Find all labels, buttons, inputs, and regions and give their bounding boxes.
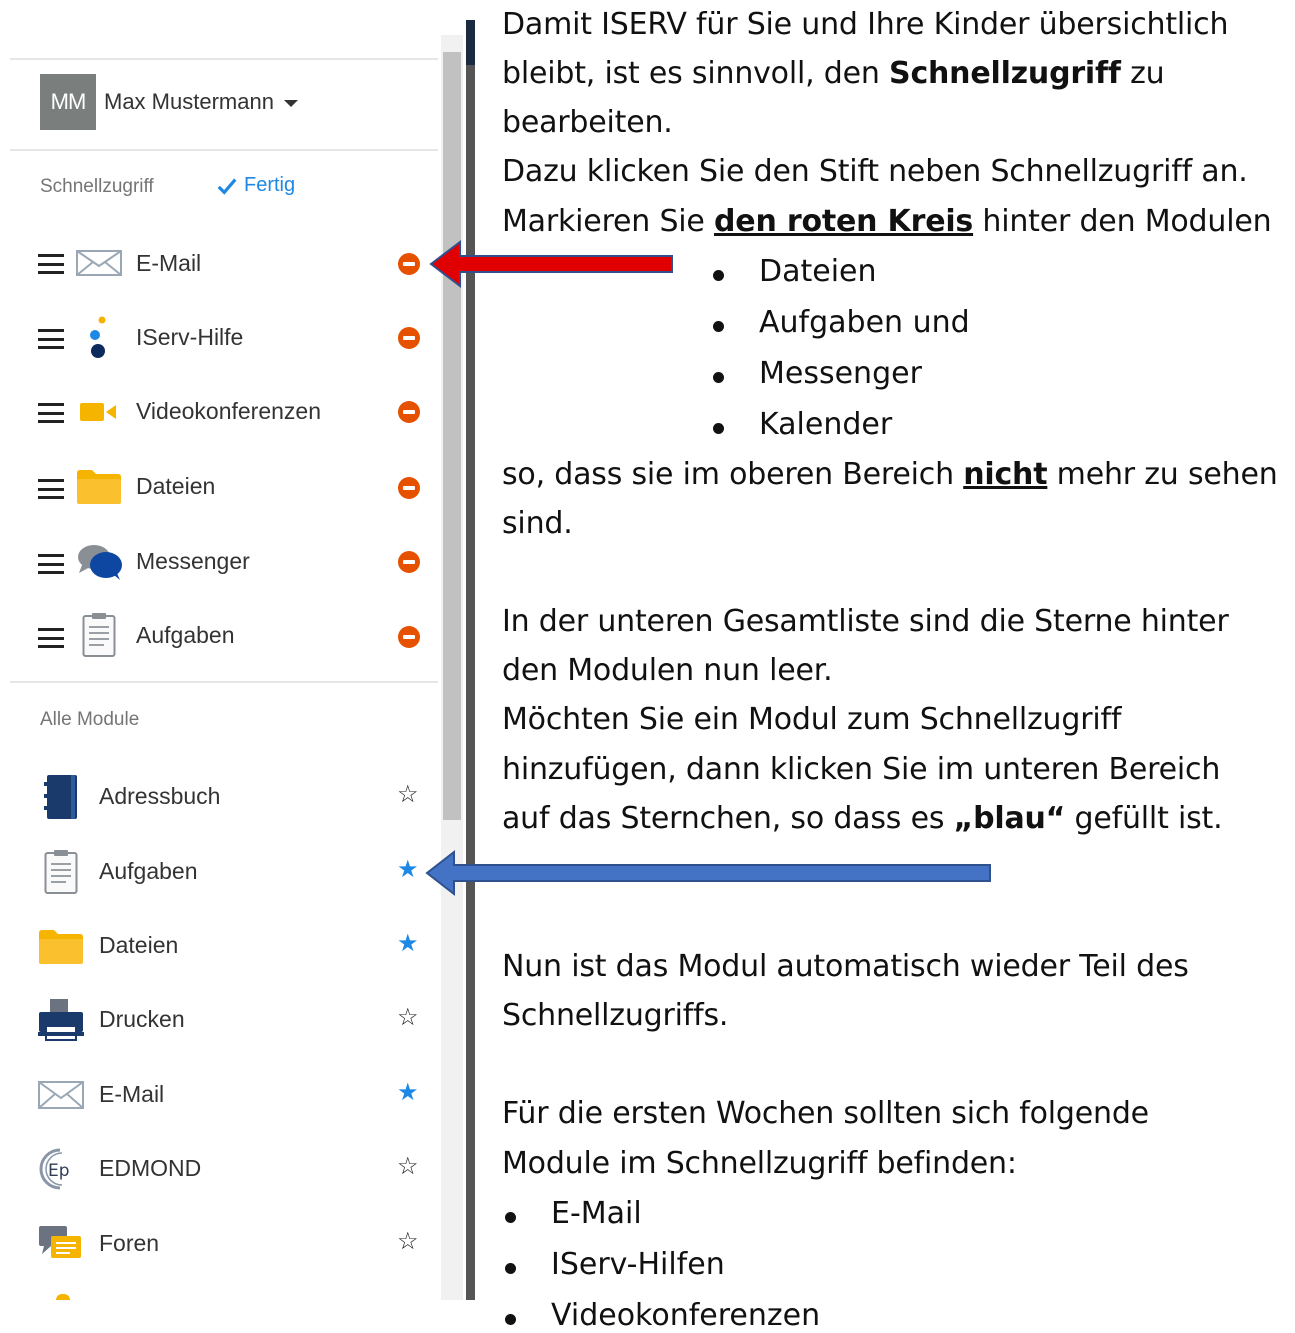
star-outline-icon[interactable]: ☆	[397, 1006, 419, 1030]
list-item: Dateien	[713, 254, 877, 289]
instruction-line: den Modulen nun leer.	[502, 653, 833, 688]
drag-handle-icon[interactable]	[38, 403, 64, 423]
instruction-line: Für die ersten Wochen sollten sich folge…	[502, 1096, 1149, 1131]
address-book-icon	[38, 772, 84, 822]
instruction-line: sind.	[502, 506, 573, 541]
module-label: EDMOND	[99, 1155, 202, 1181]
help-dots-icon	[90, 316, 106, 358]
list-item: Aufgaben und	[713, 305, 970, 340]
cut-off-icon	[56, 1294, 70, 1300]
drag-handle-icon[interactable]	[38, 329, 64, 349]
scrollbar-thumb[interactable]	[443, 52, 461, 820]
module-item-aufgaben[interactable]: Aufgaben ★	[38, 847, 428, 897]
vertical-divider-top	[466, 20, 475, 65]
module-item-adressbuch[interactable]: Adressbuch ☆	[38, 772, 428, 822]
remove-icon[interactable]	[398, 253, 420, 275]
instruction-line: Nun ist das Modul automatisch wieder Tei…	[502, 949, 1189, 984]
quick-access-label: Aufgaben	[136, 622, 235, 648]
module-item-edmond[interactable]: Ep EDMOND ☆	[38, 1144, 428, 1194]
user-menu[interactable]: MM Max Mustermann	[40, 74, 298, 130]
edmond-icon: Ep	[38, 1144, 84, 1194]
caret-down-icon	[283, 100, 298, 107]
avatar: MM	[40, 74, 96, 130]
module-label: E-Mail	[99, 1081, 165, 1107]
instruction-line: Markieren Sie den roten Kreis hinter den…	[502, 204, 1272, 239]
star-filled-icon[interactable]: ★	[397, 1081, 419, 1105]
instruction-line: so, dass sie im oberen Bereich nicht meh…	[502, 457, 1278, 492]
list-item: Messenger	[713, 356, 922, 391]
instruction-line: bleibt, ist es sinnvoll, den Schnellzugr…	[502, 56, 1165, 91]
svg-text:Ep: Ep	[48, 1161, 70, 1181]
module-label: Adressbuch	[99, 783, 221, 809]
sidebar-panel: MM Max Mustermann Schnellzugriff Fertig …	[0, 0, 438, 1300]
remove-icon[interactable]	[398, 551, 420, 573]
all-modules-title: Alle Module	[40, 709, 140, 730]
quick-access-label: E-Mail	[136, 250, 202, 276]
divider	[10, 681, 438, 683]
remove-icon[interactable]	[398, 327, 420, 349]
done-button[interactable]: Fertig	[216, 174, 295, 197]
checkmark-icon	[217, 178, 237, 195]
module-item-dateien[interactable]: Dateien ★	[38, 921, 428, 971]
star-outline-icon[interactable]: ☆	[397, 1230, 419, 1254]
module-item-drucken[interactable]: Drucken ☆	[38, 995, 428, 1045]
instruction-line: hinzufügen, dann klicken Sie im unteren …	[502, 752, 1221, 787]
quick-access-label: Messenger	[136, 548, 250, 574]
module-item-email[interactable]: E-Mail ★	[38, 1070, 428, 1120]
drag-handle-icon[interactable]	[38, 554, 64, 574]
list-item: Kalender	[712, 407, 893, 442]
module-label: Foren	[99, 1230, 160, 1256]
list-item: Videokonferenzen	[504, 1298, 821, 1333]
blue-arrow-icon	[425, 849, 991, 897]
printer-icon	[38, 995, 84, 1045]
user-name: Max Mustermann	[104, 89, 274, 114]
folder-icon	[38, 921, 84, 971]
instruction-line: In der unteren Gesamtliste sind die Ster…	[502, 604, 1229, 639]
drag-handle-icon[interactable]	[38, 628, 64, 648]
instruction-line: Dazu klicken Sie den Stift neben Schnell…	[502, 154, 1248, 189]
drag-handle-icon[interactable]	[38, 479, 64, 499]
mail-icon	[38, 1070, 84, 1120]
module-item-foren[interactable]: Foren ☆	[38, 1219, 428, 1269]
video-camera-icon	[80, 403, 116, 421]
forum-icon	[38, 1219, 84, 1269]
remove-icon[interactable]	[398, 401, 420, 423]
module-label: Drucken	[99, 1006, 185, 1032]
list-item: E-Mail	[505, 1196, 642, 1231]
done-label: Fertig	[244, 174, 296, 196]
star-filled-icon[interactable]: ★	[397, 858, 419, 882]
list-item: IServ-Hilfen	[505, 1247, 725, 1282]
mail-icon	[76, 250, 122, 276]
instruction-line: Schnellzugriffs.	[502, 998, 729, 1033]
vertical-divider	[466, 20, 475, 1300]
clipboard-icon	[38, 847, 84, 897]
folder-icon	[77, 470, 121, 504]
quick-access-label: Dateien	[136, 473, 216, 499]
divider	[10, 58, 438, 60]
module-label: Aufgaben	[99, 858, 198, 884]
star-outline-icon[interactable]: ☆	[397, 783, 419, 807]
instruction-line: Module im Schnellzugriff befinden:	[502, 1146, 1017, 1181]
star-filled-icon[interactable]: ★	[397, 932, 419, 956]
instruction-line: auf das Sternchen, so dass es „blau“ gef…	[502, 801, 1223, 836]
remove-icon[interactable]	[398, 626, 420, 648]
remove-icon[interactable]	[398, 477, 420, 499]
module-label: Dateien	[99, 932, 179, 958]
instruction-line: Damit ISERV für Sie und Ihre Kinder über…	[502, 7, 1229, 42]
star-outline-icon[interactable]: ☆	[397, 1155, 419, 1179]
divider	[10, 149, 438, 151]
instruction-line: bearbeiten.	[502, 105, 673, 140]
quick-access-title: Schnellzugriff	[40, 176, 154, 197]
quick-access-label: IServ-Hilfe	[136, 324, 244, 350]
drag-handle-icon[interactable]	[38, 254, 64, 274]
clipboard-icon	[82, 613, 116, 657]
chat-bubbles-icon	[78, 545, 122, 580]
instruction-line: Möchten Sie ein Modul zum Schnellzugriff	[502, 702, 1122, 737]
quick-access-label: Videokonferenzen	[136, 398, 321, 424]
